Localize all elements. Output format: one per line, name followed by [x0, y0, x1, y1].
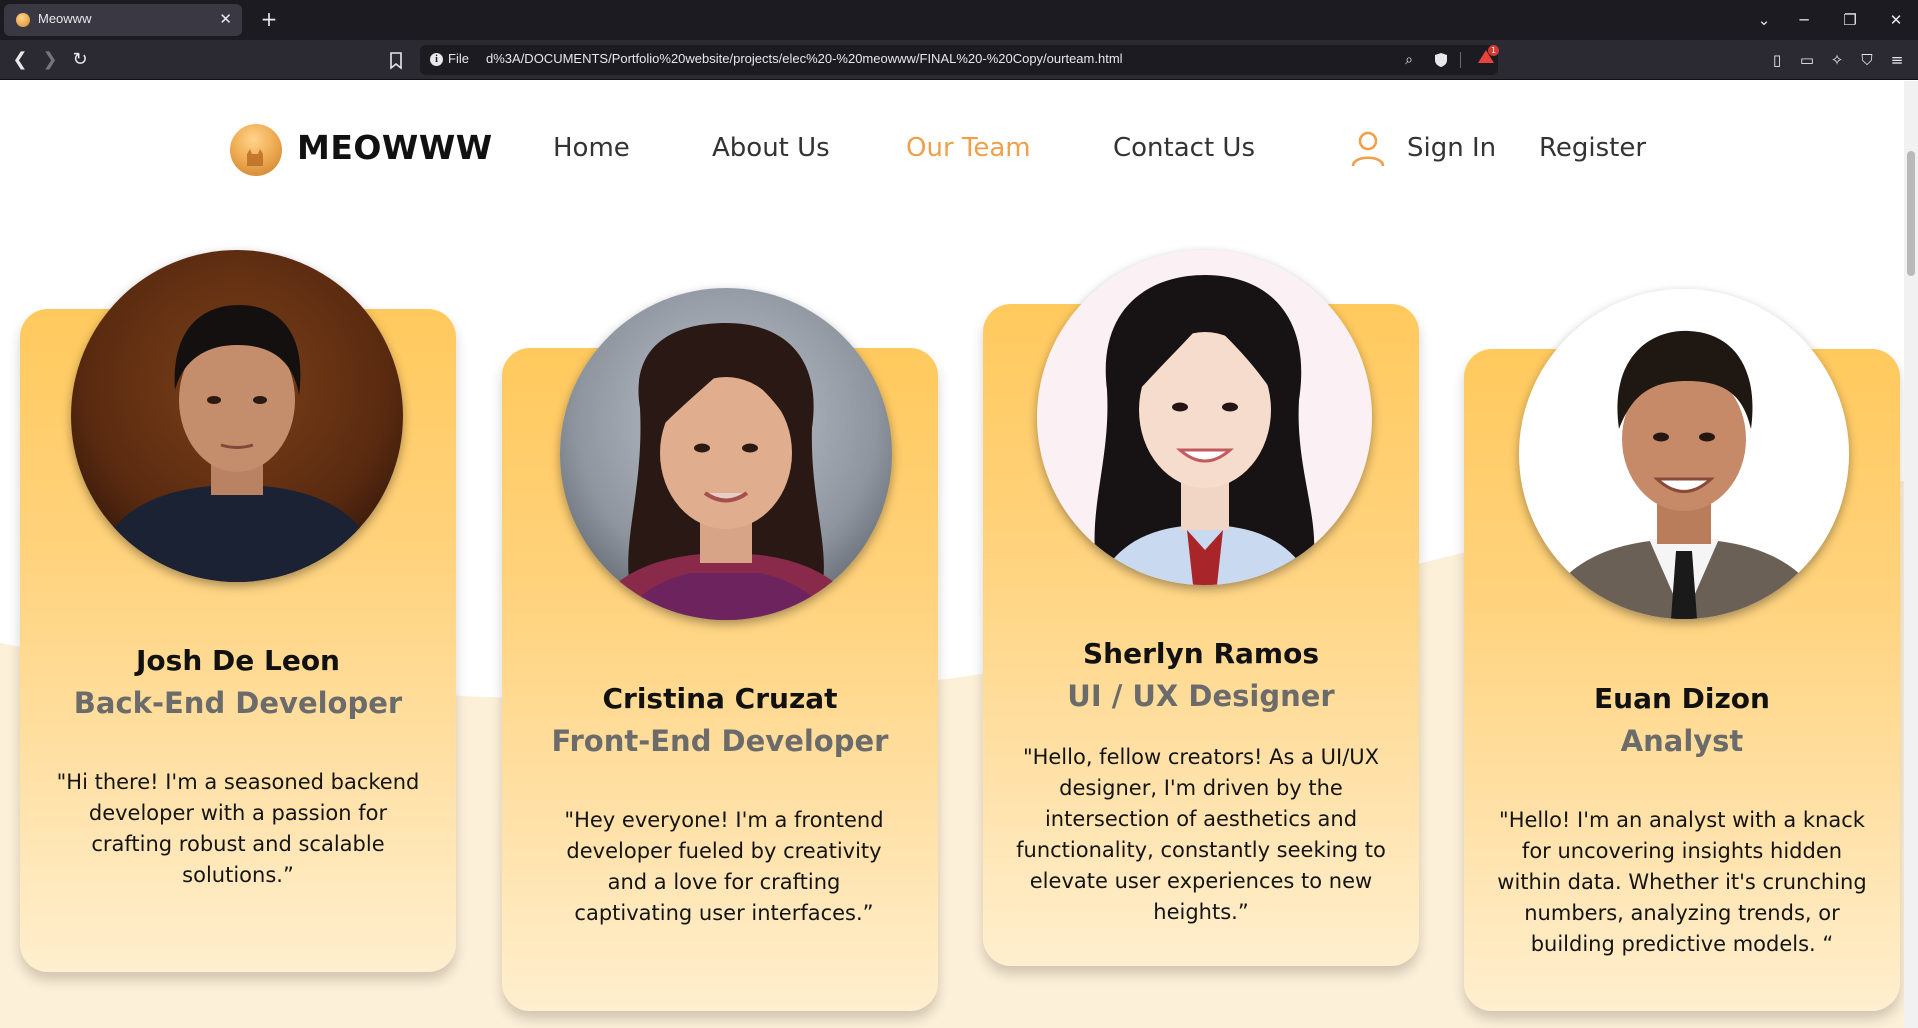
member-quote: "Hello! I'm an analyst with a knack for …	[1497, 808, 1867, 956]
ai-sparkle-icon[interactable]: ✧	[1826, 49, 1848, 71]
browser-tab[interactable]: Meowww ✕	[4, 4, 242, 36]
photo-sherlyn	[1037, 250, 1372, 585]
zoom-icon[interactable]: ⌕	[1400, 51, 1418, 69]
nav-our-team[interactable]: Our Team	[906, 133, 1031, 163]
scrollbar-thumb[interactable]	[1907, 151, 1915, 276]
minimize-icon[interactable]: ─	[1792, 8, 1816, 32]
member-role: Analyst	[1620, 724, 1744, 758]
site-info-icon[interactable]: i	[430, 53, 443, 66]
member-quote: "Hello, fellow creators! As a UI/UX desi…	[1016, 745, 1386, 924]
logo-icon[interactable]	[230, 124, 282, 176]
photo-euan	[1519, 289, 1849, 619]
photo-josh	[71, 250, 403, 582]
address-bar[interactable]: i File d%3A/DOCUMENTS/Portfolio%20websit…	[420, 45, 1498, 75]
close-tab-icon[interactable]: ✕	[219, 10, 232, 28]
member-name: Josh De Leon	[136, 644, 340, 677]
member-name: Cristina Cruzat	[602, 682, 838, 715]
page-scrollbar[interactable]	[1904, 81, 1918, 1028]
nav-about-us[interactable]: About Us	[712, 133, 830, 163]
url-divider	[1460, 52, 1461, 68]
shield-icon[interactable]	[1432, 51, 1450, 69]
wallet-icon[interactable]: ▭	[1796, 49, 1818, 71]
rewards-badge-count: 1	[1488, 45, 1499, 56]
vpn-icon[interactable]: ⛉	[1856, 49, 1878, 71]
photo-cristina	[560, 288, 892, 620]
logo-text[interactable]: MEOWWW	[297, 128, 493, 167]
reload-icon[interactable]: ↻	[68, 49, 92, 73]
restore-icon[interactable]: ❐	[1838, 8, 1862, 32]
forward-icon[interactable]: ❯	[38, 49, 62, 73]
browser-tab-bar: Meowww ✕ + ⌄ ─ ❐ ✕	[0, 0, 1918, 40]
user-icon[interactable]	[1350, 130, 1386, 168]
nav-home[interactable]: Home	[553, 133, 630, 163]
member-role: UI / UX Designer	[1067, 679, 1335, 713]
member-role: Back-End Developer	[73, 686, 403, 720]
browser-toolbar: ❮ ❯ ↻ i File d%3A/DOCUMENTS/Portfolio%20…	[0, 40, 1918, 80]
url-scheme-label: File	[448, 51, 469, 66]
member-quote: "Hi there! I'm a seasoned backend develo…	[56, 770, 420, 887]
tab-list-chevron-icon[interactable]: ⌄	[1752, 8, 1776, 32]
back-icon[interactable]: ❮	[8, 49, 32, 73]
sidebar-icon[interactable]: ▯	[1766, 49, 1788, 71]
page-viewport: MEOWWW Home About Us Our Team Contact Us…	[0, 81, 1904, 1028]
member-name: Sherlyn Ramos	[1083, 637, 1319, 670]
new-tab-button[interactable]: +	[256, 7, 282, 33]
tab-title: Meowww	[38, 11, 92, 26]
url-text[interactable]: d%3A/DOCUMENTS/Portfolio%20website/proje…	[486, 51, 1123, 66]
favicon-icon	[16, 13, 30, 27]
member-quote: "Hey everyone! I'm a frontend developer …	[564, 808, 884, 925]
menu-icon[interactable]: ≡	[1886, 49, 1908, 71]
bookmark-icon[interactable]	[384, 49, 408, 73]
close-window-icon[interactable]: ✕	[1884, 8, 1908, 32]
register-link[interactable]: Register	[1539, 133, 1646, 163]
nav-contact-us[interactable]: Contact Us	[1113, 133, 1255, 163]
member-name: Euan Dizon	[1594, 682, 1770, 715]
member-role: Front-End Developer	[551, 724, 889, 758]
rewards-icon[interactable]: 1	[1476, 45, 1499, 66]
sign-in-link[interactable]: Sign In	[1407, 133, 1496, 163]
